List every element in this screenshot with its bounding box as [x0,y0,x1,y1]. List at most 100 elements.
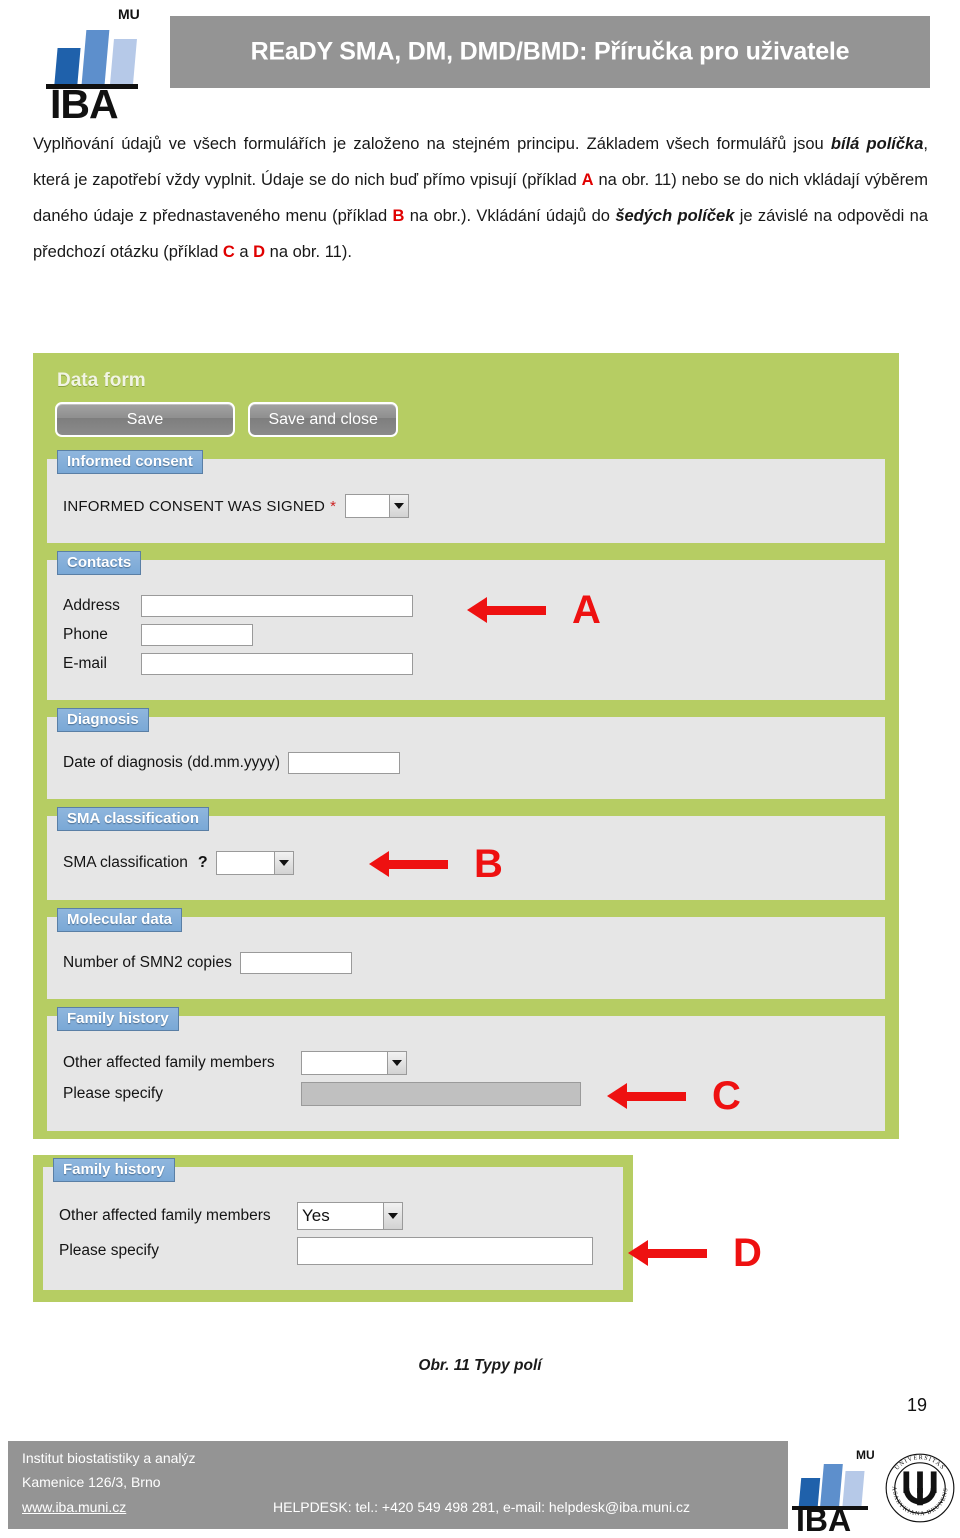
text-bold-sedych-policek: šedých políček [615,207,735,225]
legend-contacts: Contacts [57,551,142,575]
ref-letter-b: B [392,207,405,225]
page-footer-bar: Institut biostatistiky a analýz Kamenice… [8,1441,788,1529]
page-title: REaDY SMA, DM, DMD/BMD: Příručka pro uži… [250,37,850,66]
arrow-line-d [647,1248,707,1258]
arrow-head-b-icon [369,851,389,877]
date-of-diagnosis-input[interactable] [288,752,401,774]
label-address: Address [63,597,120,614]
row-informed-consent: INFORMED CONSENT WAS SIGNED * [63,494,875,518]
arrow-head-c-icon [607,1083,627,1109]
text-segment-7: na obr. 11). [265,243,352,261]
text-segment-4: na obr.). Vkládání údajů do [404,207,616,225]
ref-letter-c: C [222,243,235,261]
chevron-down-icon [388,495,408,517]
annotation-letter-d: D [733,1231,762,1275]
label-sma-classification: SMA classification [63,854,188,871]
label-informed-consent-signed: INFORMED CONSENT WAS SIGNED [63,497,326,515]
label-please-specify-2: Please specify [59,1242,159,1259]
arrow-line-b [388,859,448,869]
legend-family-history-2: Family history [53,1158,175,1182]
row-other-affected-members: Other affected family members [63,1051,875,1075]
phone-input[interactable] [141,624,253,646]
label-smn2-copies: Number of SMN2 copies [63,954,232,971]
save-and-close-button[interactable]: Save and close [248,402,398,437]
logo-bar-1 [54,48,81,84]
required-asterisk: * [330,497,336,515]
family-history-panel: Family history Other affected family mem… [33,1155,633,1302]
arrow-line-c [626,1091,686,1101]
section-sma-classification: SMA classification SMA classification ? … [47,807,885,900]
section-diagnosis: Diagnosis Date of diagnosis (dd.mm.yyyy) [47,708,885,799]
header-title-bar: REaDY SMA, DM, DMD/BMD: Příručka pro uži… [170,16,930,88]
masaryk-university-seal-icon: UNIVERSITAS MASARYKIANA BRUNENSIS [884,1452,955,1523]
logo-mu-text: MU [118,6,140,22]
label-other-affected-members-2: Other affected family members [59,1207,271,1224]
row-please-specify: Please specify [63,1082,875,1106]
footer-institute: Institut biostatistiky a analýz [22,1450,196,1466]
ref-letter-a: A [581,171,594,189]
section-family-history-yes: Family history Other affected family mem… [43,1158,623,1290]
chevron-down-icon [383,1203,402,1229]
text-segment-6: a [234,243,254,261]
annotation-letter-c: C [712,1074,741,1118]
chevron-down-icon [387,1052,406,1074]
legend-informed-consent: Informed consent [57,450,203,474]
section-molecular-data: Molecular data Number of SMN2 copies [47,908,885,999]
row-please-specify-2: Please specify [59,1237,613,1265]
select-other-affected-members-2[interactable]: Yes [297,1202,403,1230]
label-please-specify: Please specify [63,1085,163,1102]
footer-iba-logo: IBA MU [792,1448,880,1536]
section-informed-consent: Informed consent INFORMED CONSENT WAS SI… [47,450,885,543]
select-informed-consent[interactable] [344,494,409,518]
email-input[interactable] [141,653,413,675]
label-date-of-diagnosis: Date of diagnosis (dd.mm.yyyy) [63,754,281,771]
select-other-affected-members-2-value: Yes [302,1206,330,1225]
label-email: E-mail [63,655,107,672]
data-form-title: Data form [57,370,146,391]
footer-iba-bars-icon [798,1458,870,1506]
footer-logo-bar-3 [842,1471,865,1506]
logo-bar-3 [110,39,137,84]
please-specify-input[interactable] [297,1237,593,1265]
text-segment-1: Vyplňování údajů ve všech formulářích je… [33,135,831,153]
form-screenshot: Data form Save Save and close Informed c… [33,353,899,1139]
row-date-of-diagnosis: Date of diagnosis (dd.mm.yyyy) [63,752,875,774]
logo-bar-2 [81,30,110,84]
form-screenshot-secondary: Family history Other affected family mem… [33,1155,762,1302]
row-email: E-mail [63,653,875,675]
legend-molecular-data: Molecular data [57,908,183,932]
footer-logo-iba-text: IBA [796,1502,852,1538]
ref-letter-d: D [253,243,266,261]
section-family-history-empty: Family history Other affected family mem… [47,1007,885,1131]
annotation-d: D [628,1233,762,1273]
footer-logos: IBA MU UNIVERSITAS MASARYKIANA BRUNENSIS [792,1440,960,1536]
label-other-affected-members: Other affected family members [63,1054,275,1071]
label-phone: Phone [63,626,108,643]
annotation-b: B [369,844,503,884]
smn2-copies-input[interactable] [239,952,352,974]
footer-website-link[interactable]: www.iba.muni.cz [22,1499,126,1515]
select-other-affected-members[interactable] [301,1051,407,1075]
select-sma-classification[interactable] [215,851,294,875]
page-header: IBA MU REaDY SMA, DM, DMD/BMD: Příručka … [0,0,960,125]
footer-helpdesk: HELPDESK: tel.: +420 549 498 281, e-mail… [273,1499,690,1515]
annotation-letter-b: B [474,842,503,886]
annotation-c: C [607,1076,741,1116]
iba-logo: IBA MU [34,4,154,125]
please-specify-input-disabled [301,1082,581,1106]
footer-logo-bar-2 [820,1464,843,1506]
footer-address: Kamenice 126/3, Brno [22,1474,161,1490]
intro-paragraph: Vyplňování údajů ve všech formulářích je… [33,126,928,270]
help-question-icon[interactable]: ? [198,854,208,872]
annotation-letter-a: A [572,588,601,632]
legend-sma-classification: SMA classification [57,807,209,831]
row-other-affected-members-2: Other affected family members Yes [59,1202,613,1230]
logo-iba-text: IBA [50,81,119,127]
section-contacts: Contacts Address Phone E-mail A [47,551,885,700]
address-input[interactable] [141,595,413,617]
row-smn2-copies: Number of SMN2 copies [63,952,875,974]
save-button[interactable]: Save [55,402,235,437]
legend-diagnosis: Diagnosis [57,708,149,732]
text-bold-bila-policka: bílá políčka [830,135,924,153]
annotation-a: A [467,590,601,630]
